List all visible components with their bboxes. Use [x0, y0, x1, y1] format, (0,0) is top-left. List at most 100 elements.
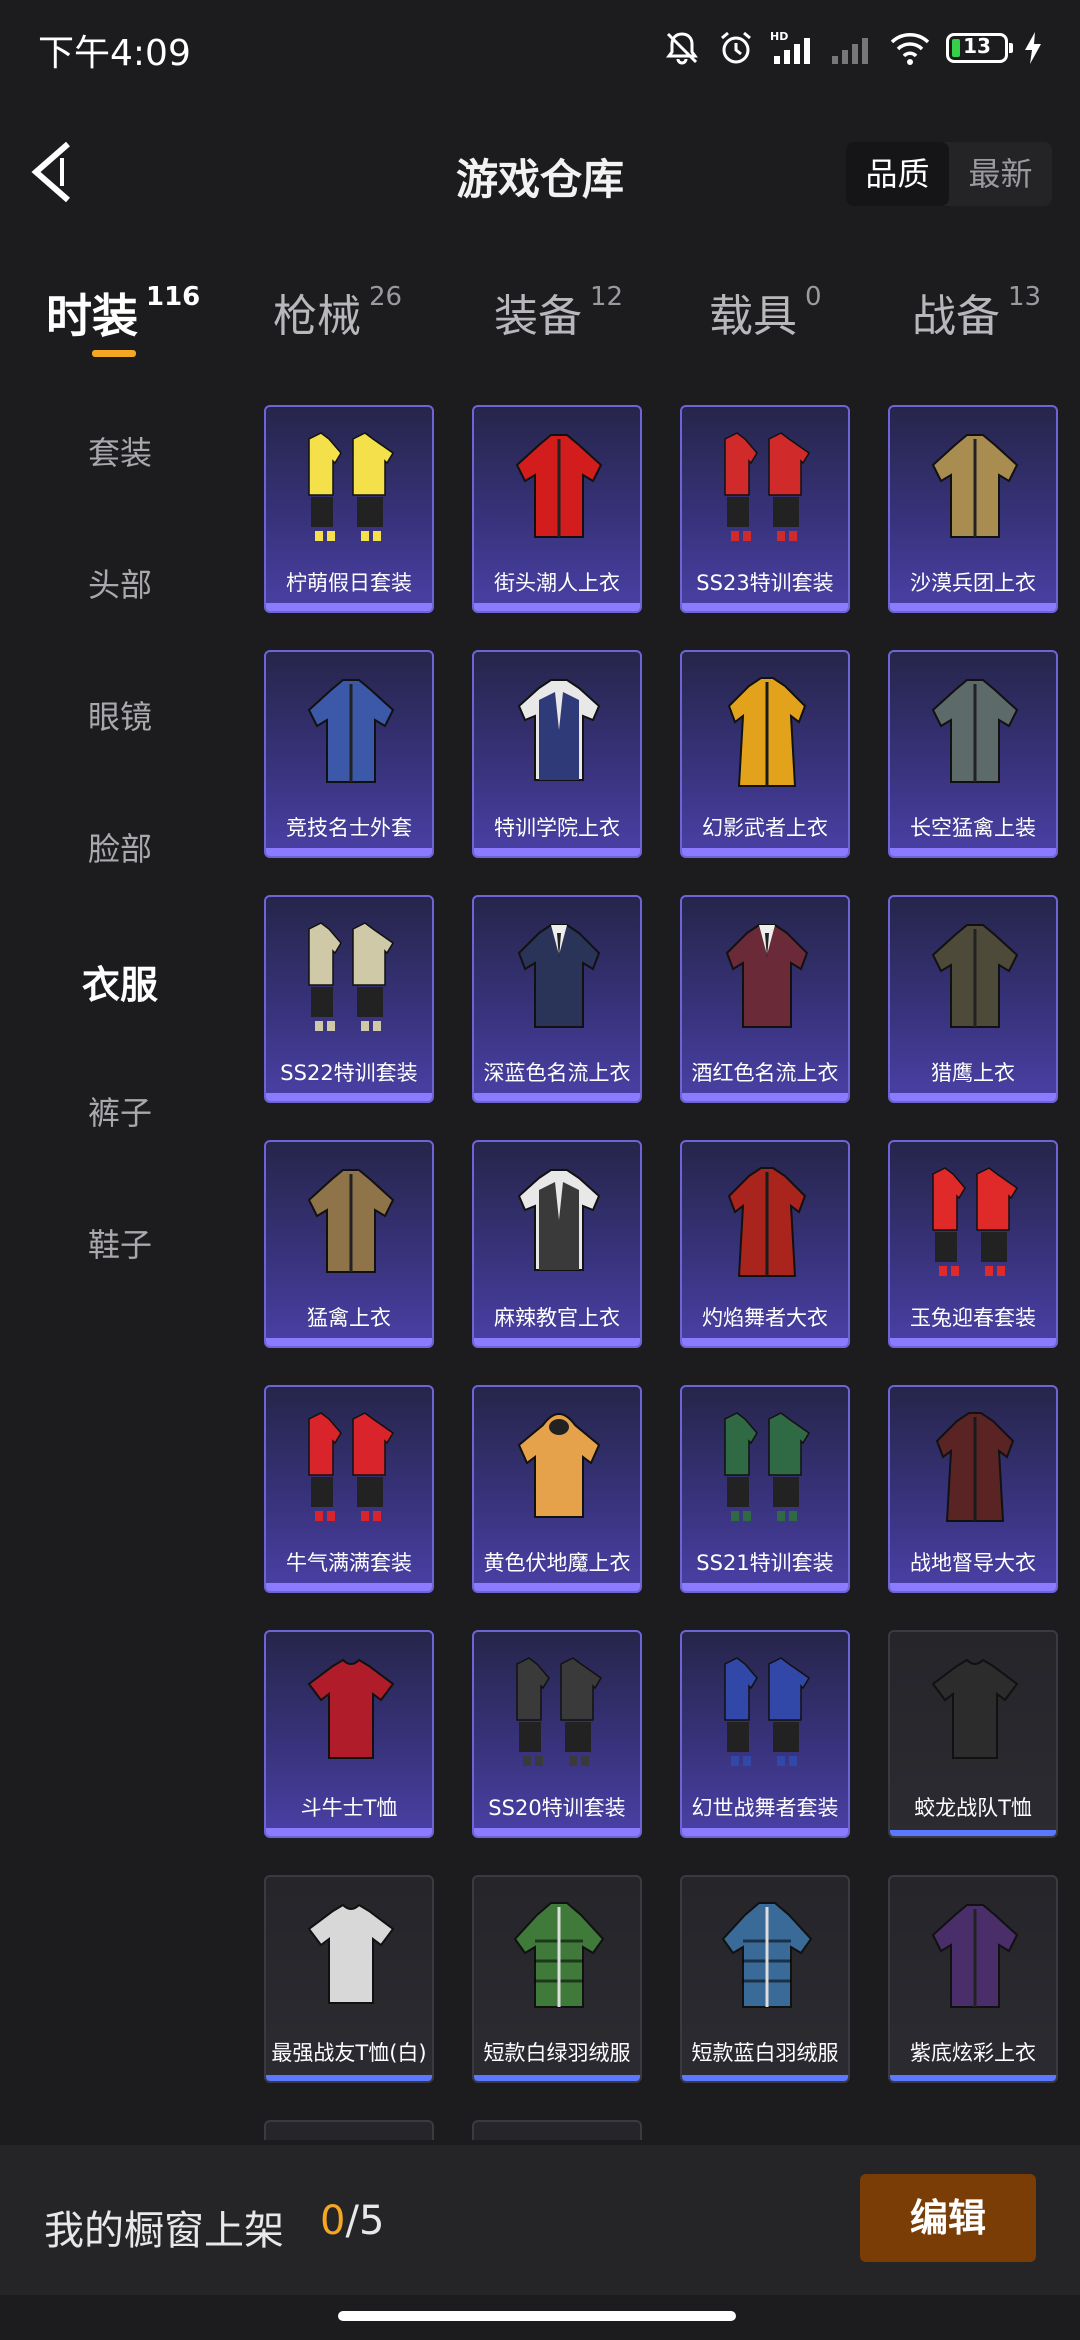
item-card[interactable]: 酒红色名流上衣 [680, 895, 850, 1103]
sidebar-item-pants[interactable]: 裤子 [0, 1088, 240, 1134]
svg-text:HD: HD [770, 30, 788, 43]
rarity-bar [890, 848, 1056, 856]
item-name: SS22特训套装 [280, 1061, 418, 1085]
item-name: 短款蓝白羽绒服 [691, 2041, 839, 2065]
item-card[interactable]: 沙漠兵团上衣 [888, 405, 1058, 613]
tab-count: 0 [805, 282, 822, 312]
rarity-bar [266, 1828, 432, 1836]
sidebar-item-clothes[interactable]: 衣服 [0, 954, 240, 1009]
sort-option-newest[interactable]: 最新 [949, 142, 1052, 206]
item-card[interactable]: 斗牛士T恤 [264, 1630, 434, 1838]
item-name: 牛气满满套装 [286, 1551, 412, 1575]
tab-label: 装备 [494, 291, 582, 342]
rarity-bar [474, 2075, 640, 2081]
item-card[interactable]: 灼焰舞者大衣 [680, 1140, 850, 1348]
item-grid: 柠萌假日套装 街头潮人上衣 SS23特训套装 沙漠兵团上衣竞技名士外套 特训学院上衣 幻影… [264, 405, 1064, 2140]
item-card[interactable]: 麻辣教官上衣 [472, 1140, 642, 1348]
jacket-icon [931, 679, 1019, 783]
outfit-set-icon [308, 1412, 395, 1521]
item-card[interactable]: 战地督导大衣 [888, 1385, 1058, 1593]
tab-weapons[interactable]: 枪械 26 [273, 280, 402, 344]
item-name: 战地督导大衣 [910, 1551, 1036, 1575]
item-card[interactable]: 紫底炫彩上衣 [888, 1875, 1058, 2083]
tab-combat-gear[interactable]: 战备 13 [912, 280, 1041, 344]
item-card[interactable]: SS21特训套装 [680, 1385, 850, 1593]
item-name: 短款白绿羽绒服 [483, 2041, 631, 2065]
jacket-icon [931, 1904, 1019, 2008]
home-indicator[interactable] [338, 2311, 736, 2321]
item-card[interactable]: 幻世战舞者套装 [680, 1630, 850, 1838]
item-card[interactable]: 深蓝色名流上衣 [472, 895, 642, 1103]
item-card[interactable]: 短款蓝白羽绒服 [680, 1875, 850, 2083]
coat-icon [935, 1412, 1015, 1522]
edit-button[interactable]: 编辑 [860, 2174, 1036, 2262]
item-name: 灼焰舞者大衣 [702, 1306, 828, 1330]
sidebar-item-shoes[interactable]: 鞋子 [0, 1220, 240, 1266]
sidebar-item-sets[interactable]: 套装 [0, 428, 240, 474]
tab-count: 26 [369, 282, 403, 312]
item-card[interactable]: 猎鹰上衣 [888, 895, 1058, 1103]
item-card[interactable]: 竞技名士外套 [264, 650, 434, 858]
item-card[interactable]: 长空猛禽上装 [888, 650, 1058, 858]
rarity-bar [266, 1583, 432, 1591]
rarity-bar [474, 1338, 640, 1346]
tab-fashion[interactable]: 时装 116 [46, 280, 200, 346]
item-name: 深蓝色名流上衣 [483, 1061, 631, 1085]
rarity-bar [682, 1338, 848, 1346]
tshirt-icon [307, 1903, 395, 2004]
rarity-bar [890, 1338, 1056, 1346]
vest-icon [517, 679, 601, 781]
suit-icon [517, 924, 601, 1028]
item-name: 柠萌假日套装 [286, 571, 412, 595]
sidebar-item-head[interactable]: 头部 [0, 560, 240, 606]
item-card[interactable]: 幻影武者上衣 [680, 650, 850, 858]
item-card[interactable]: 柠萌假日套装 [264, 405, 434, 613]
outfit-set-icon [516, 1657, 603, 1766]
item-card[interactable]: SS20特训套装 [472, 1630, 642, 1838]
rarity-bar [682, 603, 848, 611]
hoodie-icon [517, 1413, 601, 1518]
sidebar-item-face[interactable]: 脸部 [0, 824, 240, 870]
rarity-bar [474, 1093, 640, 1101]
rarity-bar [682, 1828, 848, 1836]
hd-signal-icon: HD [770, 28, 816, 68]
outfit-set-icon [308, 432, 395, 541]
sort-option-quality[interactable]: 品质 [846, 142, 949, 206]
item-card[interactable]: 街头潮人上衣 [472, 405, 642, 613]
jacket-icon [307, 1169, 395, 1273]
item-name: 最强战友T恤(白) [271, 2041, 427, 2065]
item-card[interactable]: SS23特训套装 [680, 405, 850, 613]
rarity-bar [474, 848, 640, 856]
item-card[interactable]: 牛气满满套装 [264, 1385, 434, 1593]
wifi-icon [888, 28, 932, 68]
item-card[interactable] [264, 2120, 434, 2140]
rarity-bar [266, 848, 432, 856]
tshirt-icon [307, 1658, 395, 1759]
item-card[interactable]: 最强战友T恤(白) [264, 1875, 434, 2083]
item-card[interactable]: 短款白绿羽绒服 [472, 1875, 642, 2083]
tab-vehicles[interactable]: 载具 0 [709, 280, 822, 344]
item-name: 蛟龙战队T恤 [914, 1796, 1032, 1820]
jacket-icon [515, 434, 603, 538]
item-name: 酒红色名流上衣 [691, 1061, 839, 1085]
rarity-bar [682, 848, 848, 856]
outfit-set-icon [724, 1657, 811, 1766]
vest-icon [517, 1169, 601, 1271]
item-name: 斗牛士T恤 [300, 1796, 398, 1820]
battery-icon: 13 [946, 33, 1013, 63]
item-name: SS20特训套装 [488, 1796, 626, 1820]
item-card[interactable]: 黄色伏地魔上衣 [472, 1385, 642, 1593]
sidebar-item-glasses[interactable]: 眼镜 [0, 692, 240, 738]
item-card[interactable] [472, 2120, 642, 2140]
item-card[interactable]: SS22特训套装 [264, 895, 434, 1103]
tab-equipment[interactable]: 装备 12 [494, 280, 623, 344]
rarity-bar [682, 1093, 848, 1101]
item-card[interactable]: 特训学院上衣 [472, 650, 642, 858]
jacket-icon [931, 924, 1019, 1028]
tab-label: 载具 [709, 291, 797, 342]
item-card[interactable]: 玉兔迎春套装 [888, 1140, 1058, 1348]
item-card[interactable]: 猛禽上衣 [264, 1140, 434, 1348]
status-bar: 下午4:09 HD 13 [0, 0, 1080, 96]
rarity-bar [266, 1093, 432, 1101]
item-card[interactable]: 蛟龙战队T恤 [888, 1630, 1058, 1838]
